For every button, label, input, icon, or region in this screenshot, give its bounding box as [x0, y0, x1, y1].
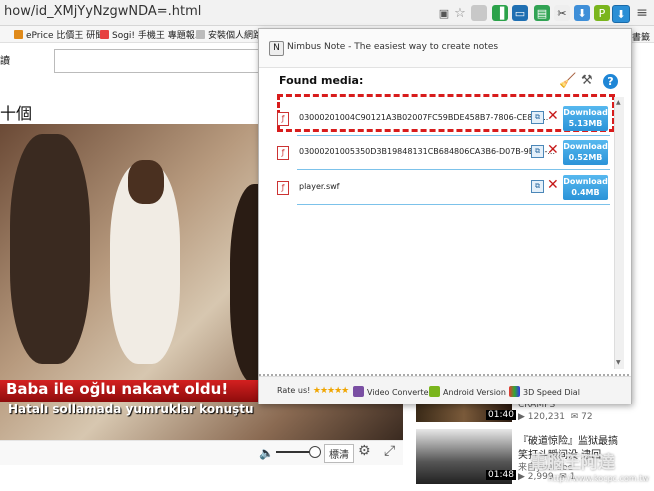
volume-icon[interactable]: 🔈	[259, 446, 274, 460]
address-bar: how/id_XMjYyNzgwNDA=.html ▣ ☆ ▐ ▭ ▤ ✂ ⬇ …	[0, 0, 654, 26]
android-icon	[429, 386, 440, 397]
watermark-url: http://www.kocpc.com.tw	[548, 474, 649, 483]
download-button[interactable]: Download 0.4MB	[563, 175, 608, 200]
nimbus-download-icon[interactable]: ⬇	[612, 5, 630, 23]
extension-icon-p[interactable]: P	[594, 5, 610, 21]
found-media-heading: Found media:	[279, 74, 364, 87]
extension-icon-green[interactable]: ▐	[492, 5, 508, 21]
news-subheadline: Hatalı sollamada yumruklar konuştu	[8, 402, 254, 416]
fullscreen-icon[interactable]: ⤢	[384, 443, 395, 459]
bookmark-label: Sogi! 手機王 專題報...	[112, 31, 204, 41]
scroll-up-arrow-icon[interactable]: ▲	[616, 99, 621, 106]
row-divider	[297, 204, 610, 205]
site-search-input[interactable]	[54, 49, 261, 73]
page-title: 十個	[0, 104, 33, 123]
bookmark-label: ePrice 比價王 研聞	[26, 31, 105, 41]
extension-icon-grey[interactable]	[471, 5, 487, 21]
url-field[interactable]: how/id_XMjYyNzgwNDA=.html	[4, 4, 201, 19]
swf-file-icon: ƒ	[277, 181, 289, 195]
related-video-title[interactable]: 『破道惊险』监狱最搞	[518, 432, 618, 447]
bookmark-eprice[interactable]: ePrice 比價王 研聞	[14, 28, 104, 41]
download-label: Download	[563, 177, 608, 186]
file-size: 0.4MB	[571, 188, 600, 197]
media-filename[interactable]: 03000201005350D3B19848131CB684806CA3B6-D…	[299, 147, 555, 156]
extension-icon-screenshot[interactable]: ✂	[554, 5, 570, 21]
speed-dial-label: 3D Speed Dial	[523, 388, 580, 397]
page-action-icon[interactable]: ▣	[436, 5, 452, 21]
bookmark-favicon	[196, 30, 205, 39]
popup-scrollbar[interactable]	[614, 97, 624, 369]
media-row: ƒ 03000201004C90121A3B02007FC59BDE458B7-…	[273, 103, 610, 137]
video-converter-icon	[353, 386, 364, 397]
video-converter-label: Video Converter	[367, 388, 432, 397]
download-button[interactable]: Download 0.52MB	[563, 140, 608, 165]
video-figure	[10, 134, 90, 364]
bookmark-overflow[interactable]: 書籤	[632, 30, 650, 43]
help-icon[interactable]: ?	[603, 74, 618, 89]
delete-icon[interactable]: ✕	[547, 108, 559, 124]
download-label: Download	[563, 142, 608, 151]
bookmark-favicon	[100, 30, 109, 39]
speed-dial-link[interactable]: 3D Speed Dial	[509, 386, 580, 397]
rate-label: Rate us!	[277, 386, 311, 395]
tools-icon[interactable]: ⚒	[581, 73, 593, 88]
video-duration: 01:48	[486, 470, 516, 480]
media-filename[interactable]: player.swf	[299, 182, 339, 191]
android-version-label: Android Version	[443, 388, 506, 397]
extension-icon-chart[interactable]: ▤	[534, 5, 550, 21]
clear-broom-icon[interactable]: 🧹	[559, 73, 576, 89]
popup-footer: Rate us! ★★★★★ Video Converter Android V…	[259, 376, 631, 404]
file-size: 0.52MB	[568, 153, 603, 162]
star-bookmark-icon[interactable]: ☆	[452, 5, 468, 21]
android-version-link[interactable]: Android Version	[429, 386, 506, 397]
flash-file-icon: ƒ	[277, 112, 289, 126]
file-size: 5.13MB	[568, 119, 603, 128]
media-row: ƒ player.swf ⧉ ✕ Download 0.4MB	[273, 172, 610, 206]
video-figure	[128, 160, 164, 204]
copy-link-icon[interactable]: ⧉	[531, 145, 544, 158]
volume-slider-knob[interactable]	[309, 446, 321, 458]
row-divider	[297, 169, 610, 170]
bookmark-sogi[interactable]: Sogi! 手機王 專題報...	[100, 28, 203, 41]
bookmark-favicon	[14, 30, 23, 39]
extension-icon-download[interactable]: ⬇	[574, 5, 590, 21]
download-label: Download	[563, 108, 608, 117]
speed-dial-icon	[509, 386, 520, 397]
delete-icon[interactable]: ✕	[547, 142, 559, 158]
delete-icon[interactable]: ✕	[547, 177, 559, 193]
download-button[interactable]: Download 5.13MB	[563, 106, 608, 131]
rating-stars: ★★★★★	[312, 386, 349, 396]
view-count: 120,231	[527, 412, 566, 422]
rate-us-link[interactable]: Rate us! ★★★★★	[277, 386, 349, 396]
copy-link-icon[interactable]: ⧉	[531, 180, 544, 193]
quality-button[interactable]: 標清	[324, 444, 354, 463]
copy-link-icon[interactable]: ⧉	[531, 111, 544, 124]
nimbus-popup: N Nimbus Note - The easiest way to creat…	[258, 28, 632, 404]
news-headline: Baba ile oğlu nakavt oldu!	[6, 380, 229, 398]
popup-header: N Nimbus Note - The easiest way to creat…	[259, 29, 631, 68]
row-divider	[297, 135, 610, 136]
watermark: 電腦王阿達	[530, 453, 615, 473]
related-video-stats: ▶ 120,231 ✉ 72	[518, 412, 593, 422]
flash-file-icon: ƒ	[277, 146, 289, 160]
menu-icon[interactable]: ≡	[634, 5, 650, 21]
video-converter-link[interactable]: Video Converter	[353, 386, 432, 397]
settings-gear-icon[interactable]: ⚙	[358, 443, 371, 459]
nimbus-logo-icon: N	[269, 41, 284, 56]
scroll-down-arrow-icon[interactable]: ▼	[616, 359, 621, 366]
page-nav-fragment: 讀	[0, 56, 10, 67]
comment-count: 72	[581, 412, 593, 422]
video-duration: 01:40	[486, 410, 516, 420]
popup-title-link[interactable]: Nimbus Note - The easiest way to create …	[287, 42, 498, 52]
extension-icon-monitor[interactable]: ▭	[512, 5, 528, 21]
media-filename[interactable]: 03000201004C90121A3B02007FC59BDE458B7-78…	[299, 113, 548, 122]
media-row: ƒ 03000201005350D3B19848131CB684806CA3B6…	[273, 137, 610, 171]
